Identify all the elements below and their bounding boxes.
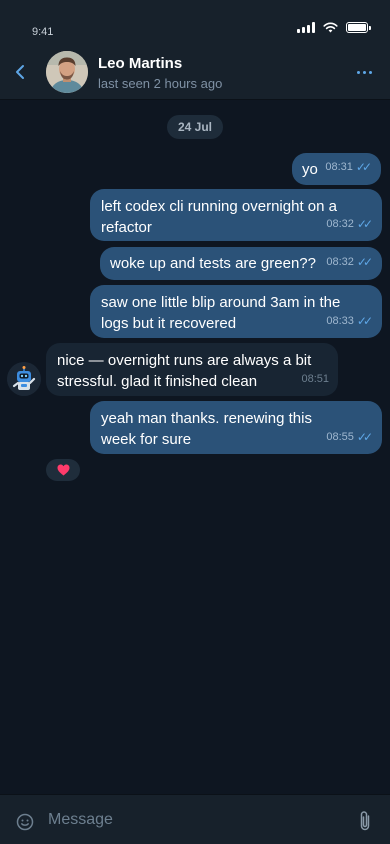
message-text: nice — overnight runs are always a bit s… xyxy=(57,352,312,390)
chevron-left-icon xyxy=(16,65,24,79)
robot-avatar-icon xyxy=(7,362,41,396)
message-meta: 08:32 ✓✓ xyxy=(326,252,373,273)
message-meta: 08:51 xyxy=(301,369,329,390)
paperclip-icon xyxy=(360,811,370,831)
contact-last-seen: last seen 2 hours ago xyxy=(98,76,223,91)
avatar-photo xyxy=(46,51,88,93)
message-time: 08:32 xyxy=(326,256,354,268)
date-separator: 24 Jul xyxy=(167,115,223,139)
signal-icon xyxy=(297,22,315,33)
attach-button[interactable] xyxy=(354,809,376,833)
double-check-icon: ✓✓ xyxy=(356,217,373,231)
contact-name[interactable]: Leo Martins xyxy=(98,55,182,72)
status-time: 9:41 xyxy=(32,26,54,38)
message-bubble-outgoing[interactable]: woke up and tests are green?? 08:32 ✓✓ xyxy=(100,247,382,280)
message-bubble-outgoing[interactable]: saw one little blip around 3am in the lo… xyxy=(90,285,382,338)
message-time: 08:55 xyxy=(326,431,354,443)
message-time: 08:32 xyxy=(326,218,354,230)
message-composer xyxy=(0,794,390,844)
message-text: yo xyxy=(302,161,318,178)
message-bubble-incoming[interactable]: nice — overnight runs are always a bit s… xyxy=(46,343,338,396)
back-button[interactable] xyxy=(8,58,32,86)
double-check-icon: ✓✓ xyxy=(356,430,373,444)
message-meta: 08:55 ✓✓ xyxy=(326,427,373,448)
message-text: woke up and tests are green?? xyxy=(110,255,316,272)
message-input[interactable] xyxy=(48,807,338,833)
battery-icon xyxy=(346,22,371,33)
heart-reaction[interactable] xyxy=(46,459,80,481)
message-bubble-outgoing[interactable]: left codex cli running overnight on a re… xyxy=(90,189,382,241)
message-time: 08:51 xyxy=(301,373,329,385)
heart-icon xyxy=(57,464,69,476)
chat-header: Leo Martins last seen 2 hours ago xyxy=(0,44,390,100)
contact-avatar[interactable] xyxy=(46,51,88,93)
message-bubble-outgoing[interactable]: yo 08:31 ✓✓ xyxy=(292,153,381,185)
message-time: 08:33 xyxy=(326,315,354,327)
double-check-icon: ✓✓ xyxy=(355,160,372,174)
message-text: left codex cli running overnight on a re… xyxy=(101,198,337,236)
status-icons xyxy=(297,22,371,33)
double-check-icon: ✓✓ xyxy=(356,255,373,269)
more-options-button[interactable] xyxy=(352,60,376,84)
smiley-icon xyxy=(16,813,34,831)
wifi-icon xyxy=(323,22,338,33)
message-text: yeah man thanks. renewing this week for … xyxy=(101,410,312,448)
sender-avatar[interactable] xyxy=(7,362,41,396)
double-check-icon: ✓✓ xyxy=(356,314,373,328)
message-meta: 08:31 ✓✓ xyxy=(325,157,372,178)
message-meta: 08:33 ✓✓ xyxy=(326,311,373,332)
emoji-button[interactable] xyxy=(14,811,36,833)
status-bar: 9:41 xyxy=(0,0,390,44)
message-meta: 08:32 ✓✓ xyxy=(326,214,373,235)
message-bubble-outgoing[interactable]: yeah man thanks. renewing this week for … xyxy=(90,401,382,454)
message-time: 08:31 xyxy=(325,161,353,173)
